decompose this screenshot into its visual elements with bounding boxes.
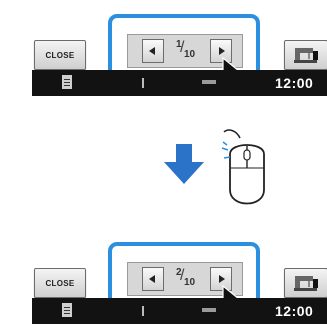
status-indicator-icon [202, 308, 216, 312]
screen-after-scroll: CLOSE 2 / 10 12:00 [0, 236, 327, 326]
screen-before-scroll: CLOSE 1 / 10 12:00 [0, 8, 327, 98]
status-indicator-icon [202, 80, 216, 84]
status-separator [142, 78, 144, 88]
status-separator [142, 306, 144, 316]
status-bar: 12:00 [32, 298, 327, 324]
document-icon [62, 75, 72, 89]
mouse-icon [221, 129, 265, 205]
clock: 12:00 [275, 303, 314, 319]
close-button[interactable]: CLOSE [34, 40, 86, 70]
sewing-machine-button[interactable] [284, 40, 327, 70]
document-icon [62, 303, 72, 317]
sewing-machine-button[interactable] [284, 268, 327, 298]
clock: 12:00 [275, 75, 314, 91]
sewing-machine-icon [294, 48, 318, 63]
sewing-machine-icon [294, 276, 318, 291]
down-arrow-icon [164, 144, 204, 184]
status-bar: 12:00 [32, 70, 327, 96]
close-button[interactable]: CLOSE [34, 268, 86, 298]
